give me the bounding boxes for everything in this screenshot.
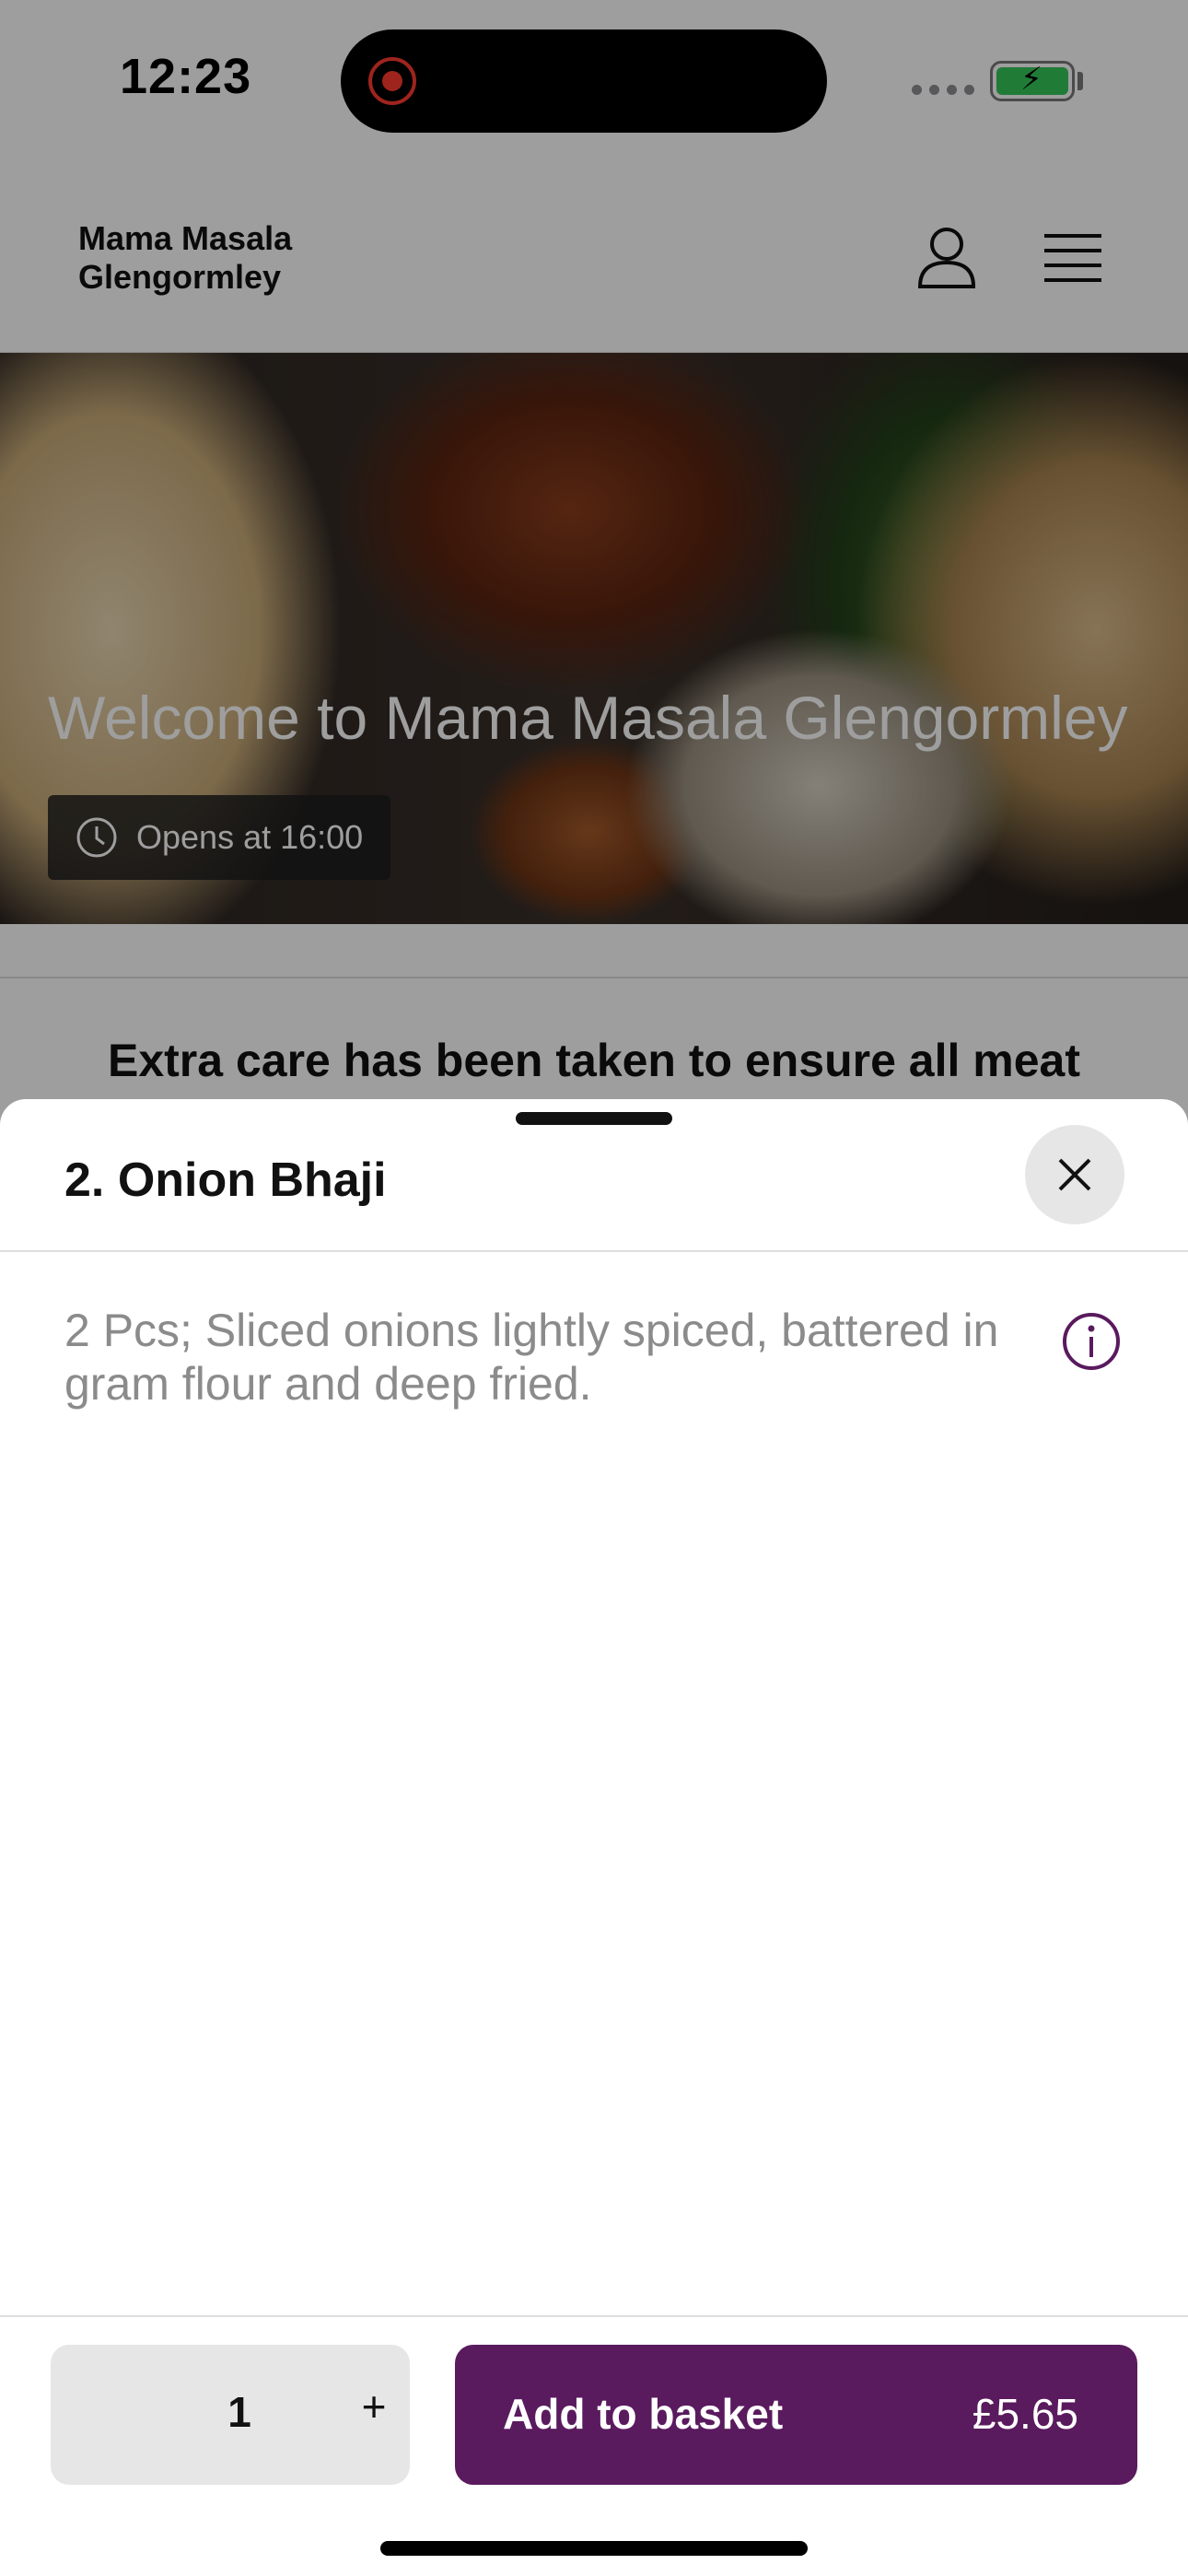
quantity-stepper: 1 + (51, 2345, 410, 2485)
sheet-grabber[interactable] (516, 1112, 672, 1125)
quantity-value: 1 (227, 2388, 251, 2436)
increase-quantity-button[interactable]: + (351, 2382, 397, 2431)
divider (0, 2315, 1188, 2317)
add-to-basket-button[interactable]: Add to basket £5.65 (455, 2345, 1137, 2485)
close-button[interactable] (1025, 1125, 1124, 1224)
home-indicator (380, 2541, 808, 2556)
item-description: 2 Pcs; Sliced onions lightly spiced, bat… (64, 1305, 999, 1410)
add-to-basket-label: Add to basket (503, 2390, 784, 2438)
divider (0, 1250, 1188, 1252)
info-icon[interactable] (1061, 1311, 1122, 1372)
item-detail-sheet: 2. Onion Bhaji 2 Pcs; Sliced onions ligh… (0, 1099, 1188, 2576)
item-price: £5.65 (972, 2390, 1078, 2438)
item-title: 2. Onion Bhaji (64, 1153, 387, 1207)
close-icon (1058, 1158, 1091, 1191)
